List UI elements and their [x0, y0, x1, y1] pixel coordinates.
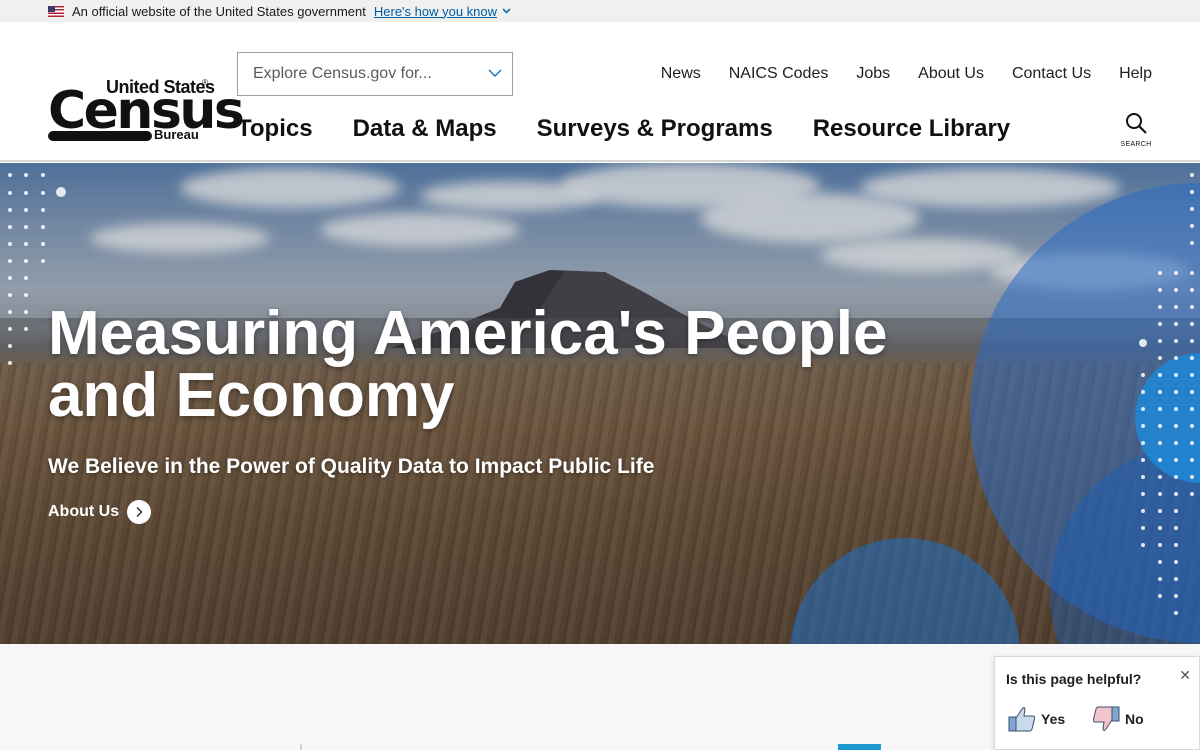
search-icon: [1126, 113, 1147, 134]
search-button[interactable]: SEARCH: [1120, 112, 1152, 148]
main-nav-resource-library[interactable]: Resource Library: [813, 115, 1010, 143]
utility-nav-naics-codes[interactable]: NAICS Codes: [729, 65, 829, 83]
main-nav-topics[interactable]: Topics: [237, 115, 313, 143]
hero-title: Measuring America's People and Economy: [48, 299, 888, 430]
utility-nav-about-us[interactable]: About Us: [918, 65, 984, 83]
utility-nav-help[interactable]: Help: [1119, 65, 1152, 83]
utility-nav: News NAICS Codes Jobs About Us Contact U…: [661, 65, 1152, 83]
feedback-no-button[interactable]: No: [1091, 705, 1144, 733]
accent-block: [838, 744, 881, 750]
feedback-widget: Is this page helpful? ✕ Yes No: [994, 656, 1200, 750]
feedback-no-label: No: [1125, 711, 1144, 727]
search-input[interactable]: Explore Census.gov for...: [237, 52, 513, 96]
thumbs-down-icon: [1092, 706, 1120, 731]
utility-nav-news[interactable]: News: [661, 65, 701, 83]
thumbs-up-icon: [1008, 707, 1036, 732]
utility-nav-jobs[interactable]: Jobs: [856, 65, 890, 83]
main-nav-surveys-programs[interactable]: Surveys & Programs: [537, 115, 773, 143]
search-button-label: SEARCH: [1120, 141, 1152, 148]
heres-how-you-know-label: Here's how you know: [373, 3, 498, 19]
close-icon[interactable]: ✕: [1179, 667, 1191, 684]
site-header: United States ® Census Bureau Explore Ce…: [0, 22, 1200, 162]
chevron-down-icon: [488, 69, 502, 77]
about-us-link[interactable]: About Us: [48, 500, 152, 524]
heres-how-you-know-link[interactable]: Here's how you know: [374, 4, 511, 19]
gov-banner: An official website of the United States…: [0, 0, 1200, 22]
gov-banner-text: An official website of the United States…: [72, 3, 366, 19]
hero-banner: Measuring America's People and Economy W…: [0, 163, 1200, 644]
census-logo[interactable]: United States ® Census Bureau: [48, 77, 245, 144]
us-flag-icon: [48, 5, 64, 17]
feedback-yes-label: Yes: [1041, 711, 1066, 727]
section-divider: [300, 744, 302, 750]
chevron-right-icon: [127, 500, 152, 524]
feedback-title: Is this page helpful?: [1006, 671, 1142, 687]
chevron-down-icon: [502, 8, 511, 14]
hero-subtitle: We Believe in the Power of Quality Data …: [48, 455, 655, 478]
utility-nav-contact-us[interactable]: Contact Us: [1012, 65, 1091, 83]
feedback-yes-button[interactable]: Yes: [1007, 705, 1065, 733]
search-placeholder: Explore Census.gov for...: [253, 65, 432, 82]
logo-underline: [48, 131, 152, 141]
logo-line-census: Census: [48, 81, 245, 141]
main-nav-data-maps[interactable]: Data & Maps: [353, 115, 497, 143]
logo-line-bureau: Bureau: [154, 127, 199, 142]
main-nav: Topics Data & Maps Surveys & Programs Re…: [237, 115, 1010, 143]
about-us-label: About Us: [48, 503, 120, 520]
